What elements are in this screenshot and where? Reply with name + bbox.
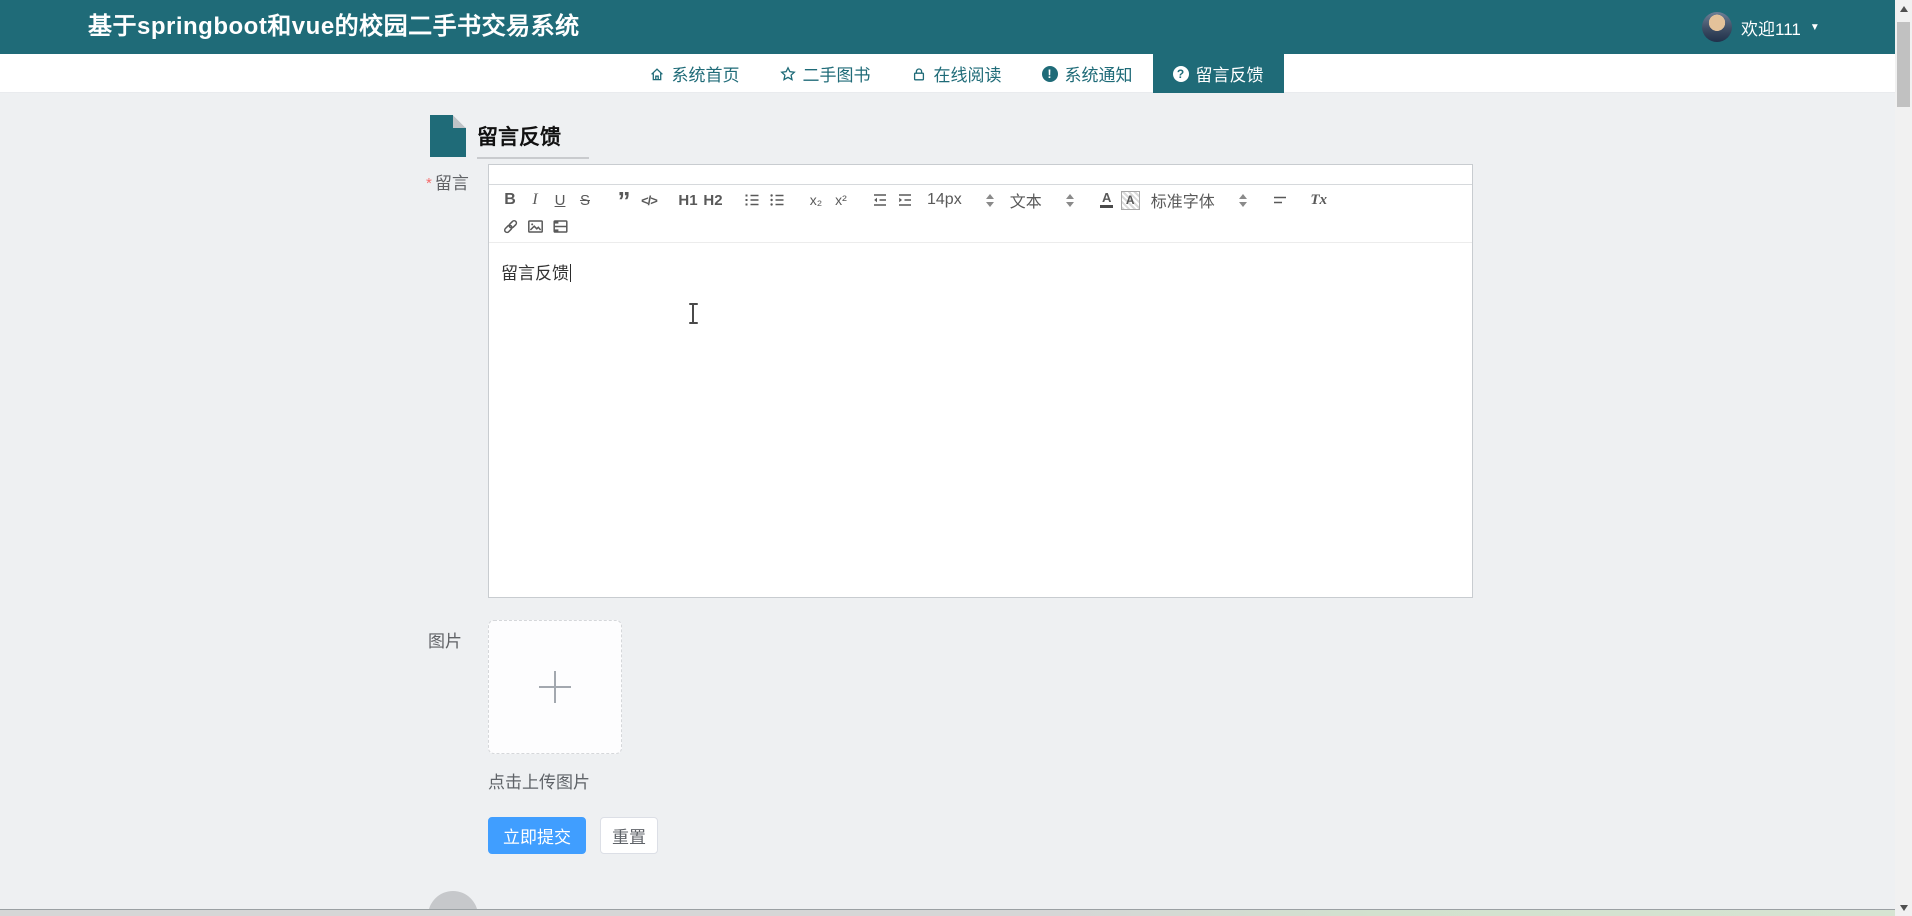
nav-item-label: 系统通知 — [1064, 66, 1133, 85]
superscript-button[interactable]: x² — [830, 188, 852, 212]
image-upload-box[interactable] — [488, 620, 622, 754]
editor-toolbar: B I U S ” </> H1 H2 x₂ x² 14px 文本 A A 标准… — [489, 185, 1472, 243]
sort-arrows-icon — [1065, 193, 1074, 207]
page-icon-fold — [453, 115, 466, 128]
upload-hint: 点击上传图片 — [488, 773, 590, 792]
page-icon — [430, 115, 466, 157]
scrollbar-up-arrow[interactable] — [1895, 0, 1912, 17]
font-color-letter: A — [1102, 190, 1112, 205]
indent-button[interactable] — [894, 188, 916, 212]
font-size-select[interactable]: 14px — [927, 191, 994, 209]
caret-down-icon: ▼ — [1809, 22, 1820, 33]
plus-icon — [539, 671, 571, 703]
unordered-list-button[interactable] — [766, 188, 788, 212]
nav-item-label: 在线阅读 — [933, 66, 1002, 85]
clear-format-button[interactable]: Tx — [1308, 188, 1330, 212]
image-button[interactable] — [524, 214, 546, 238]
italic-button[interactable]: I — [524, 188, 546, 212]
text-type-select[interactable]: 文本 — [1010, 188, 1074, 212]
sort-arrows-icon — [1238, 193, 1247, 207]
blockquote-button[interactable]: ” — [613, 188, 635, 214]
nav-item-reading[interactable]: 在线阅读 — [891, 54, 1022, 93]
nav-item-books[interactable]: 二手图书 — [760, 54, 891, 93]
editor-text: 留言反馈 — [501, 264, 569, 283]
question-icon: ? — [1172, 65, 1189, 82]
font-family-value: 标准字体 — [1150, 194, 1215, 211]
nav-item-label: 二手图书 — [802, 66, 871, 85]
image-label: 图片 — [428, 632, 462, 651]
editor-content-area[interactable]: 留言反馈 — [489, 243, 1472, 603]
underline-button[interactable]: U — [549, 188, 571, 212]
code-button[interactable]: </> — [638, 188, 660, 212]
subscript-button[interactable]: x₂ — [805, 188, 827, 212]
nav-item-feedback[interactable]: ? 留言反馈 — [1152, 54, 1284, 93]
app-screen: 基于springboot和vue的校园二手书交易系统 欢迎111 ▼ 系统首页 … — [0, 0, 1912, 916]
message-editor: B I U S ” </> H1 H2 x₂ x² 14px 文本 A A 标准… — [488, 164, 1473, 598]
font-color-bar — [1100, 205, 1114, 208]
heading1-button[interactable]: H1 — [677, 188, 699, 212]
user-menu[interactable]: 欢迎111 ▼ — [1702, 0, 1820, 54]
message-label-text: 留言 — [434, 174, 469, 193]
star-icon — [779, 65, 796, 82]
notice-icon: ! — [1041, 65, 1058, 82]
link-button[interactable] — [499, 214, 521, 238]
page-title: 留言反馈 — [477, 126, 561, 149]
video-button[interactable] — [549, 214, 571, 238]
main-nav: 系统首页 二手图书 在线阅读 ! 系统通知 ? 留言反馈 — [0, 54, 1912, 93]
strikethrough-button[interactable]: S — [574, 188, 596, 212]
ordered-list-button[interactable] — [741, 188, 763, 212]
scrollbar-thumb[interactable] — [1897, 22, 1910, 107]
message-label: * 留言 — [426, 169, 469, 194]
nav-item-home[interactable]: 系统首页 — [629, 54, 760, 93]
bag-icon — [911, 66, 927, 82]
page-title-underline — [477, 157, 589, 159]
font-family-select[interactable]: 标准字体 — [1151, 188, 1247, 212]
home-icon — [649, 66, 665, 82]
highlight-color-button[interactable]: A — [1120, 190, 1140, 210]
nav-item-label: 留言反馈 — [1195, 66, 1264, 85]
text-type-value: 文本 — [1009, 194, 1042, 211]
heading2-button[interactable]: H2 — [702, 188, 724, 212]
font-size-value: 14px — [927, 191, 962, 208]
bold-button[interactable]: B — [499, 188, 521, 212]
text-caret — [570, 264, 571, 282]
editor-top-strip — [489, 165, 1472, 185]
toolbar-row-1: B I U S ” </> H1 H2 x₂ x² 14px 文本 A A 标准… — [489, 187, 1472, 214]
vertical-scrollbar[interactable] — [1895, 0, 1912, 916]
mouse-cursor-ibeam — [688, 303, 698, 324]
sort-arrows-icon — [985, 193, 994, 207]
app-title: 基于springboot和vue的校园二手书交易系统 — [88, 13, 580, 40]
app-header: 基于springboot和vue的校园二手书交易系统 欢迎111 ▼ — [0, 0, 1912, 54]
scrollbar-down-arrow[interactable] — [1895, 899, 1912, 916]
welcome-text: 欢迎111 — [1741, 19, 1801, 39]
footer-strip — [0, 909, 1912, 916]
submit-button[interactable]: 立即提交 — [488, 817, 586, 854]
font-color-button[interactable]: A — [1096, 188, 1118, 212]
alignment-button[interactable] — [1269, 188, 1291, 212]
reset-button[interactable]: 重置 — [600, 817, 658, 854]
outdent-button[interactable] — [869, 188, 891, 212]
nav-item-label: 系统首页 — [671, 66, 740, 85]
nav-item-notice[interactable]: ! 系统通知 — [1022, 54, 1153, 93]
toolbar-row-2 — [489, 213, 1472, 239]
required-mark: * — [426, 175, 432, 192]
avatar[interactable] — [1702, 12, 1732, 42]
